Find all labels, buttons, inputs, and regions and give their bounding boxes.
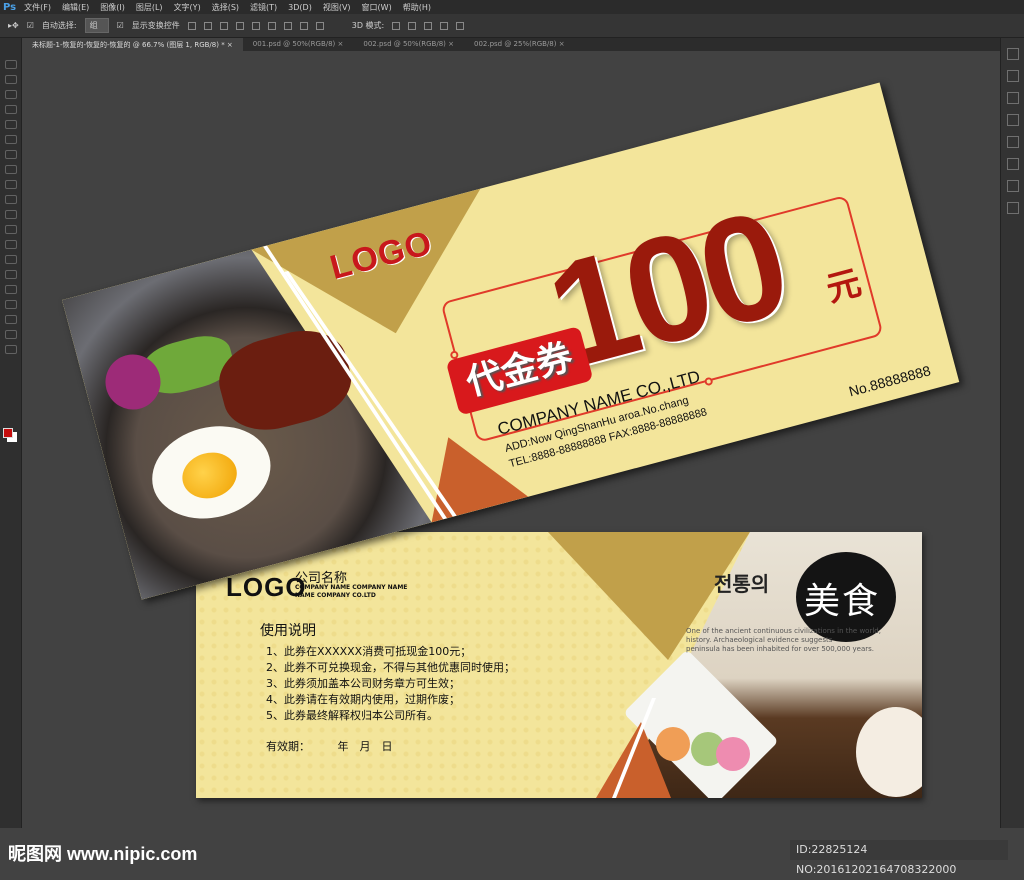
company-name-en: NAME COMPANY CO.LTD (295, 592, 376, 599)
calligraphy-text: 美食 (804, 581, 881, 622)
menu-help[interactable]: 帮助(H) (403, 2, 431, 13)
tab-document[interactable]: 未标题-1-恢复的-恢复的-恢复的 @ 66.7% (图层 1, RGB/8) … (22, 38, 243, 51)
brush-tool-icon[interactable] (5, 165, 17, 174)
document-tabs: 未标题-1-恢复的-恢复的-恢复的 @ 66.7% (图层 1, RGB/8) … (22, 38, 1000, 51)
eraser-tool-icon[interactable] (5, 210, 17, 219)
hand-tool-icon[interactable] (5, 330, 17, 339)
rectangle-tool-icon[interactable] (5, 315, 17, 324)
watermark-id: ID:22825124 NO:20161202164708322000 (790, 840, 1008, 876)
tools-panel (0, 38, 22, 828)
voucher-number: No.88888888 (846, 362, 933, 400)
brush-presets-icon[interactable] (1006, 114, 1019, 126)
tab-label: 002.psd @ 50%(RGB/8) (363, 40, 446, 48)
menu-type[interactable]: 文字(Y) (174, 2, 201, 13)
menu-image[interactable]: 图像(I) (100, 2, 125, 13)
3d-cube-icon[interactable] (1006, 158, 1019, 170)
3d-scale-icon[interactable] (456, 21, 465, 30)
menu-edit[interactable]: 编辑(E) (62, 2, 89, 13)
align-left-icon[interactable] (235, 21, 244, 30)
3d-slide-icon[interactable] (440, 21, 449, 30)
company-name-en: COMPANY NAME COMPANY NAME (295, 584, 408, 591)
validity-date: 有效期： 年 月 日 (266, 740, 393, 753)
paint-bucket-icon[interactable] (5, 225, 17, 234)
korean-heading: 전통의 (714, 572, 770, 596)
menu-layer[interactable]: 图层(L) (136, 2, 163, 13)
actions-play-icon[interactable] (1006, 70, 1019, 82)
type-tool-icon[interactable] (5, 285, 17, 294)
show-transform-checkbox[interactable]: ☑ (117, 21, 124, 30)
photoshop-logo: Ps (3, 1, 17, 13)
side-panel-dock (1000, 38, 1024, 828)
lasso-tool-icon[interactable] (5, 90, 17, 99)
paragraph-icon[interactable] (1006, 202, 1019, 214)
menu-view[interactable]: 视图(V) (323, 2, 351, 13)
menu-filter[interactable]: 滤镜(T) (250, 2, 277, 13)
blur-tool-icon[interactable] (5, 240, 17, 249)
dodge-tool-icon[interactable] (5, 255, 17, 264)
marquee-tool-icon[interactable] (5, 75, 17, 84)
rice-cake (716, 737, 750, 771)
options-bar: ▸✥ ☑ 自动选择: 组 ☑ 显示变换控件 3D 模式: (0, 14, 1024, 38)
tab-label: 002.psd @ 25%(RGB/8) (473, 40, 557, 48)
usage-rule: 2、此券不可兑换现金，不得与其他优惠同时使用； (266, 661, 515, 674)
move-tool-icon[interactable]: ▸✥ (8, 21, 19, 30)
3d-mode-label: 3D 模式: (351, 21, 385, 30)
align-top-icon[interactable] (187, 21, 196, 30)
pen-tool-icon[interactable] (5, 270, 17, 279)
menu-window[interactable]: 窗口(W) (362, 2, 392, 13)
auto-select-label: 自动选择: (41, 21, 77, 30)
usage-rule: 3、此券须加盖本公司财务章方可生效； (266, 677, 460, 690)
align-right-icon[interactable] (267, 21, 276, 30)
history-brush-icon[interactable] (5, 195, 17, 204)
healing-brush-icon[interactable] (5, 150, 17, 159)
auto-select-dropdown[interactable]: 组 (84, 18, 109, 33)
voucher-back: 美食 전통의 One of the ancient continuous civ… (196, 532, 922, 798)
align-center-icon[interactable] (251, 21, 260, 30)
foreground-color-swatch[interactable] (3, 428, 13, 438)
menu-file[interactable]: 文件(F) (24, 2, 51, 13)
usage-rule: 5、此券最终解释权归本公司所有。 (266, 709, 438, 722)
voucher-front: LOGO 100 元 代金券 COMPANY NAME CO.,LTD ADD:… (62, 82, 960, 600)
menu-3d[interactable]: 3D(D) (288, 3, 312, 12)
photo-caption: history. Archaeological evidence suggest… (686, 636, 833, 644)
auto-align-icon[interactable] (315, 21, 324, 30)
photo-caption: peninsula has been inhabited for over 50… (686, 645, 874, 653)
clone-stamp-icon[interactable] (5, 180, 17, 189)
move-tool-icon[interactable] (5, 60, 17, 69)
path-select-icon[interactable] (5, 300, 17, 309)
3d-rotate-icon[interactable] (392, 21, 401, 30)
usage-title: 使用说明 (260, 623, 316, 639)
character-icon[interactable] (1006, 180, 1019, 192)
tab-document[interactable]: 001.psd @ 50%(RGB/8) × (243, 38, 354, 51)
eyedropper-tool-icon[interactable] (5, 135, 17, 144)
crop-tool-icon[interactable] (5, 120, 17, 129)
tab-document[interactable]: 002.psd @ 50%(RGB/8) × (353, 38, 464, 51)
tab-label: 未标题-1-恢复的-恢复的-恢复的 @ 66.7% (图层 1, RGB/8) … (32, 41, 225, 49)
show-transform-label: 显示变换控件 (131, 21, 180, 30)
align-middle-icon[interactable] (203, 21, 212, 30)
zoom-tool-icon[interactable] (5, 345, 17, 354)
usage-rule: 1、此券在XXXXXX消费可抵现金100元； (266, 645, 472, 658)
menu-bar: Ps 文件(F) 编辑(E) 图像(I) 图层(L) 文字(Y) 选择(S) 滤… (0, 0, 1024, 14)
distribute-icon[interactable] (283, 21, 292, 30)
quick-select-tool-icon[interactable] (5, 105, 17, 114)
distribute-icon[interactable] (299, 21, 308, 30)
3d-pan-icon[interactable] (424, 21, 433, 30)
tab-document[interactable]: 002.psd @ 25%(RGB/8) × (464, 38, 575, 51)
photo-caption: One of the ancient continuous civilizati… (686, 627, 881, 635)
rice-cake (656, 727, 690, 761)
auto-select-checkbox[interactable]: ☑ (27, 21, 34, 30)
adjustments-icon[interactable] (1006, 136, 1019, 148)
history-panel-icon[interactable] (1006, 48, 1019, 60)
3d-roll-icon[interactable] (408, 21, 417, 30)
align-bottom-icon[interactable] (219, 21, 228, 30)
properties-icon[interactable] (1006, 92, 1019, 104)
usage-rule: 4、此券请在有效期内使用，过期作废； (266, 693, 460, 706)
menu-select[interactable]: 选择(S) (212, 2, 239, 13)
tab-label: 001.psd @ 50%(RGB/8) (252, 40, 336, 48)
watermark-site: 昵图网 www.nipic.com (8, 844, 198, 864)
